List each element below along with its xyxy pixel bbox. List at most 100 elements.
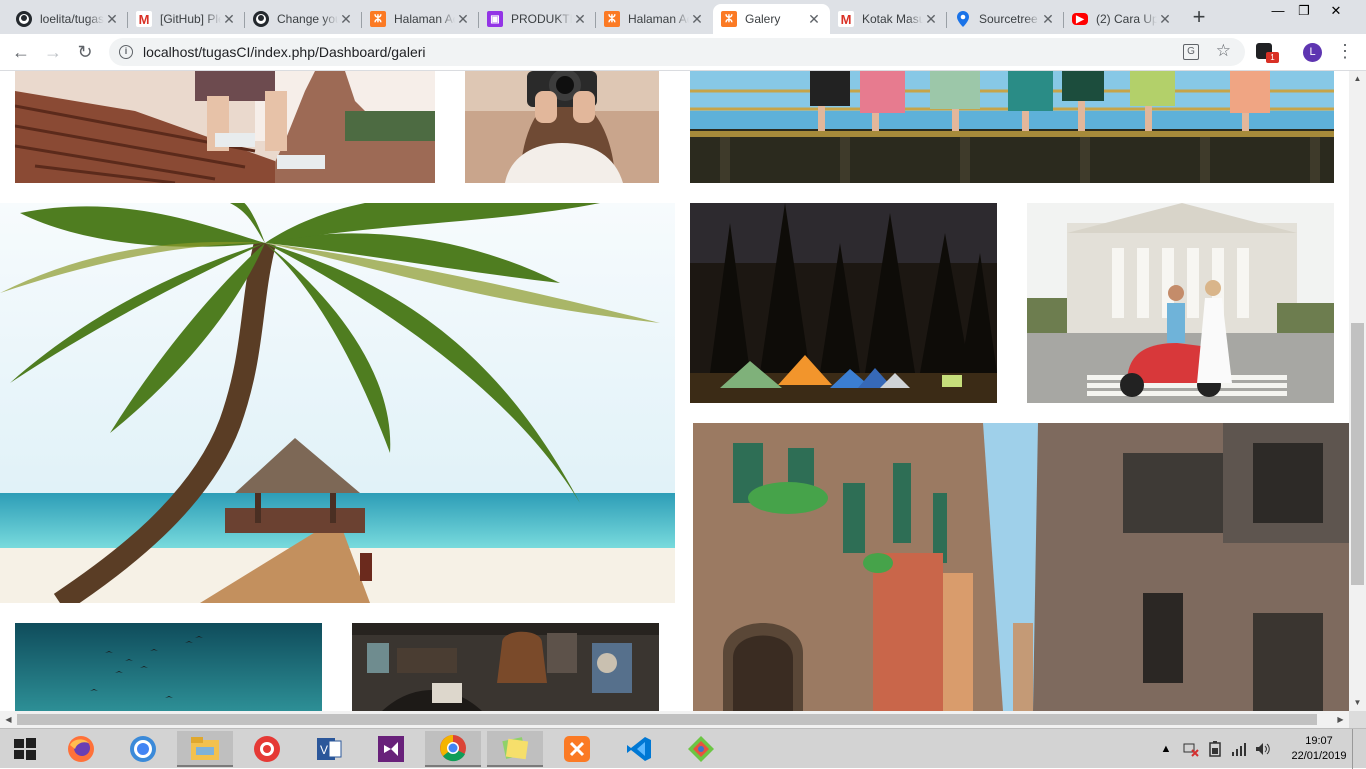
github-icon: [16, 11, 32, 27]
chrome-taskbar-button[interactable]: [115, 731, 171, 767]
tab-title: loelita/tugasCI: [40, 12, 104, 26]
minimize-button[interactable]: —: [1264, 0, 1292, 24]
camera-girl-photo[interactable]: [465, 71, 659, 183]
browser-tab[interactable]: ⵣ Halaman Admin ✕: [362, 4, 479, 34]
close-icon[interactable]: ✕: [1040, 11, 1056, 27]
bookmark-star-icon[interactable]: ☆: [1216, 41, 1231, 61]
visio-taskbar-button[interactable]: V: [301, 731, 357, 767]
tab-title: Change your profile: [277, 12, 338, 26]
browser-tab[interactable]: loelita/tugasCI ✕: [8, 4, 128, 34]
battery-icon[interactable]: [1206, 729, 1224, 769]
visual-studio-taskbar-button[interactable]: [363, 731, 419, 767]
browser-tab[interactable]: ▶ (2) Cara Upload ✕: [1064, 4, 1181, 34]
visual-studio-icon: [378, 736, 404, 762]
profile-avatar[interactable]: L: [1303, 43, 1322, 62]
close-icon[interactable]: ✕: [338, 11, 354, 27]
tab-strip: loelita/tugasCI ✕ M [GitHub] Please veri…: [0, 0, 1366, 34]
tray-overflow-icon[interactable]: ▲: [1158, 729, 1174, 769]
close-icon[interactable]: ✕: [806, 11, 822, 27]
browser-tab[interactable]: M [GitHub] Please verify ✕: [128, 4, 245, 34]
action-center-icon[interactable]: [1352, 729, 1366, 769]
chrome-active-taskbar-button[interactable]: [425, 731, 481, 767]
horizontal-scrollbar[interactable]: ◀ ▶: [0, 711, 1349, 728]
windows-logo-icon: [14, 738, 36, 760]
vscode-icon: [627, 737, 651, 761]
tab-title: (2) Cara Upload: [1096, 12, 1157, 26]
sunset-birds-photo[interactable]: [15, 623, 322, 711]
firefox-taskbar-button[interactable]: [53, 731, 109, 767]
start-button[interactable]: [0, 731, 50, 767]
chrome-icon: [440, 735, 466, 762]
volume-icon[interactable]: [1254, 729, 1272, 769]
sticky-notes-taskbar-button[interactable]: [487, 731, 543, 767]
visio-icon: V: [317, 738, 342, 760]
address-bar[interactable]: i localhost/tugasCI/index.php/Dashboard/…: [109, 38, 1245, 66]
close-icon[interactable]: ✕: [221, 11, 237, 27]
youtube-icon: ▶: [1072, 13, 1088, 25]
network-error-icon[interactable]: [1182, 729, 1200, 769]
close-icon[interactable]: ✕: [1157, 11, 1173, 27]
system-clock[interactable]: 19:07 22/01/2019: [1288, 734, 1350, 764]
screen-recorder-taskbar-button[interactable]: [239, 731, 295, 767]
xampp-icon: ⵣ: [721, 11, 737, 27]
scroll-down-arrow[interactable]: ▼: [1349, 695, 1366, 711]
extension-badge: 1: [1266, 52, 1279, 63]
back-button[interactable]: ←: [9, 40, 33, 64]
windows-taskbar: V ▲ 19:07 22/01/2019: [0, 728, 1366, 769]
translate-icon[interactable]: G: [1183, 44, 1199, 60]
browser-tab[interactable]: M Kotak Masuk ✕: [830, 4, 947, 34]
palm-beach-photo[interactable]: [0, 203, 675, 603]
firefox-icon: [68, 736, 94, 762]
close-icon[interactable]: ✕: [104, 11, 120, 27]
scrollbar-thumb[interactable]: [17, 714, 1317, 725]
new-tab-button[interactable]: +: [1187, 6, 1211, 30]
folder-icon: [191, 737, 219, 760]
info-icon[interactable]: i: [119, 45, 133, 59]
reload-button[interactable]: ↻: [73, 40, 97, 64]
close-window-button[interactable]: ✕: [1322, 0, 1350, 24]
clock-date: 22/01/2019: [1291, 750, 1347, 762]
url-text[interactable]: localhost/tugasCI/index.php/Dashboard/ga…: [143, 44, 426, 60]
night-camping-photo[interactable]: [690, 203, 997, 403]
xampp-icon: ⵣ: [370, 11, 386, 27]
temple-stairs-photo[interactable]: [15, 71, 435, 183]
scrollbar-corner: [1349, 711, 1366, 728]
maps-pin-icon: [955, 11, 971, 27]
clock-time: 19:07: [1305, 735, 1333, 747]
file-explorer-taskbar-button[interactable]: [177, 731, 233, 767]
xampp-taskbar-button[interactable]: [549, 731, 605, 767]
scroll-right-arrow[interactable]: ▶: [1332, 711, 1349, 728]
vertical-scrollbar[interactable]: ▲ ▼: [1349, 71, 1366, 711]
gmail-icon: M: [838, 11, 854, 27]
signal-icon[interactable]: [1230, 729, 1248, 769]
git-app-taskbar-button[interactable]: [673, 731, 729, 767]
forward-button[interactable]: →: [41, 40, 65, 64]
chrome-icon: [130, 736, 156, 762]
close-icon[interactable]: ✕: [455, 11, 471, 27]
scroll-left-arrow[interactable]: ◀: [0, 711, 17, 728]
scooter-couple-photo[interactable]: [1027, 203, 1334, 403]
close-icon[interactable]: ✕: [923, 11, 939, 27]
scroll-up-arrow[interactable]: ▲: [1349, 71, 1366, 87]
svg-text:V: V: [320, 743, 328, 757]
github-icon: [253, 11, 269, 27]
close-icon[interactable]: ✕: [572, 11, 588, 27]
menu-icon[interactable]: ⋮: [1336, 40, 1354, 64]
browser-tab[interactable]: ▣ PRODUKTIF ✕: [479, 4, 596, 34]
vintage-shop-photo[interactable]: [352, 623, 659, 711]
browser-tab-active[interactable]: ⵣ Galery ✕: [713, 4, 830, 34]
browser-tab[interactable]: Sourcetree ✕: [947, 4, 1064, 34]
tab-title: Kotak Masuk: [862, 12, 923, 26]
browser-tab[interactable]: Change your profile ✕: [245, 4, 362, 34]
xampp-icon: ⵣ: [604, 11, 620, 27]
browser-tab[interactable]: ⵣ Halaman Admin ✕: [596, 4, 713, 34]
bridge-people-photo[interactable]: [690, 71, 1334, 183]
vscode-taskbar-button[interactable]: [611, 731, 667, 767]
scrollbar-thumb[interactable]: [1351, 323, 1364, 585]
close-icon[interactable]: ✕: [689, 11, 705, 27]
venice-canal-photo[interactable]: [693, 423, 1349, 711]
tab-title: Sourcetree: [979, 12, 1038, 26]
restore-button[interactable]: ❐: [1290, 0, 1318, 24]
classroom-icon: ▣: [487, 11, 503, 27]
browser-toolbar: ← → ↻ i localhost/tugasCI/index.php/Dash…: [0, 34, 1366, 71]
